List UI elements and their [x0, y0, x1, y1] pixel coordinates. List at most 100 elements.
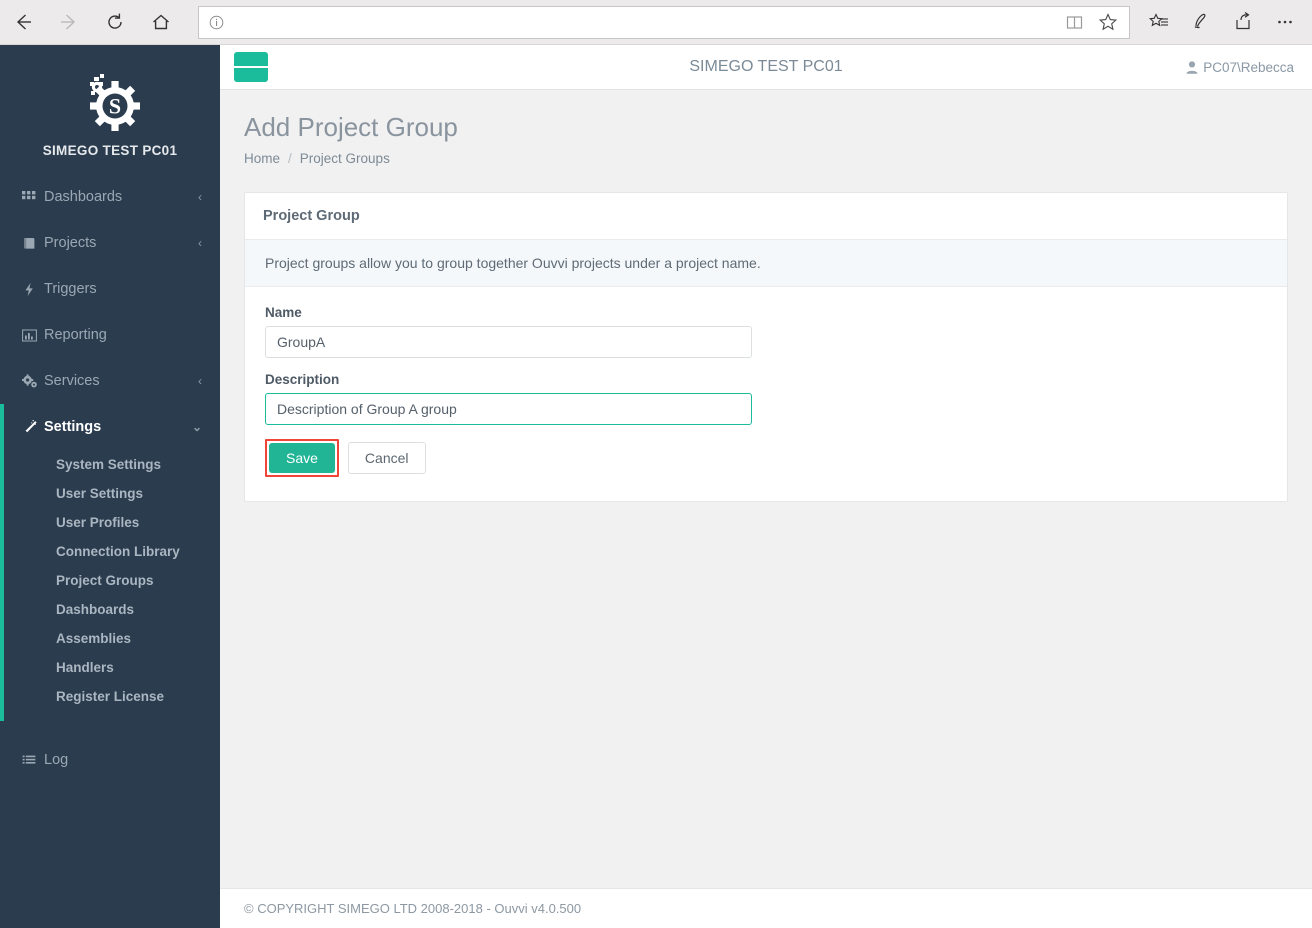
sidebar-submenu-settings: System Settings User Settings User Profi… [0, 450, 220, 721]
sidebar-item-label: Reporting [44, 327, 107, 343]
chevron-left-icon: ‹ [198, 190, 202, 204]
address-bar[interactable] [198, 5, 1130, 39]
ellipsis-icon [1278, 20, 1292, 24]
sidebar-subitem-register-license[interactable]: Register License [4, 682, 220, 711]
favorites-hub-button[interactable] [1138, 0, 1180, 44]
description-input[interactable] [265, 393, 752, 425]
name-label: Name [265, 305, 302, 320]
main-area: SIMEGO TEST PC01 PC07\Rebecca Add Projec… [220, 45, 1312, 928]
grid-icon [22, 190, 44, 205]
sidebar-nav-bottom: Log [0, 737, 220, 783]
project-group-panel: Project Group Project groups allow you t… [244, 192, 1288, 502]
breadcrumb-separator: / [288, 151, 292, 166]
sidebar-submenu-list: System Settings User Settings User Profi… [4, 450, 220, 711]
sidebar-nav: Dashboards ‹ Projects ‹ Triggers Reporti… [0, 174, 220, 450]
page-header: Add Project Group Home / Project Groups [220, 90, 1312, 166]
sidebar-item-label: Triggers [44, 281, 97, 297]
simego-gear-logo: S [0, 67, 220, 139]
sidebar-item-dashboards[interactable]: Dashboards ‹ [0, 174, 220, 220]
form-actions: Save Cancel [265, 439, 1267, 477]
chevron-down-icon: ⌄ [191, 420, 202, 434]
panel-header: Project Group [245, 193, 1287, 240]
star-icon [1098, 13, 1118, 31]
list-icon [22, 753, 44, 768]
sidebar-subitem-assemblies[interactable]: Assemblies [4, 624, 220, 653]
sidebar-item-reporting[interactable]: Reporting [0, 312, 220, 358]
save-button-highlight: Save [265, 439, 339, 477]
forward-button[interactable] [46, 0, 92, 44]
sidebar-subitem-project-groups[interactable]: Project Groups [4, 566, 220, 595]
sidebar-item-settings[interactable]: Settings ⌄ [0, 404, 220, 450]
svg-text:S: S [109, 94, 121, 119]
content-area: Project Group Project groups allow you t… [220, 166, 1312, 502]
pen-icon [1194, 13, 1206, 29]
hamburger-icon-line [234, 66, 246, 68]
cancel-button[interactable]: Cancel [347, 442, 426, 474]
page-title: Add Project Group [244, 112, 458, 142]
sidebar-item-label: Dashboards [44, 189, 123, 205]
sidebar-brand[interactable]: S SIMEGO TEST PC01 [0, 45, 220, 174]
bolt-icon [22, 282, 44, 297]
sidebar-subitem-system-settings[interactable]: System Settings [4, 450, 220, 479]
sidebar: S SIMEGO TEST PC01 Dashboards ‹ Projects… [0, 45, 220, 928]
app-shell: S SIMEGO TEST PC01 Dashboards ‹ Projects… [0, 45, 1312, 928]
sidebar-item-projects[interactable]: Projects ‹ [0, 220, 220, 266]
description-label: Description [265, 372, 340, 387]
name-field-group: Name [265, 305, 1267, 358]
sidebar-subitem-dashboards[interactable]: Dashboards [4, 595, 220, 624]
breadcrumb: Home / Project Groups [244, 151, 1312, 166]
description-field-group: Description [265, 372, 1267, 425]
sidebar-item-label: Settings [44, 419, 102, 435]
home-icon [153, 14, 169, 30]
arrow-left-icon [16, 14, 31, 30]
topbar-title: SIMEGO TEST PC01 [689, 58, 843, 75]
save-button[interactable]: Save [269, 443, 335, 473]
reading-view-button[interactable] [1057, 7, 1091, 38]
user-name: PC07\Rebecca [1203, 59, 1294, 75]
refresh-icon [108, 13, 122, 29]
user-menu[interactable]: PC07\Rebecca [1186, 60, 1294, 75]
browser-toolbar [0, 0, 1312, 45]
address-input[interactable] [233, 7, 1057, 37]
sidebar-item-services[interactable]: Services ‹ [0, 358, 220, 404]
breadcrumb-project-groups[interactable]: Project Groups [300, 151, 390, 166]
topbar: SIMEGO TEST PC01 PC07\Rebecca [220, 45, 1312, 90]
sidebar-subitem-user-settings[interactable]: User Settings [4, 479, 220, 508]
sidebar-item-triggers[interactable]: Triggers [0, 266, 220, 312]
book-icon [1066, 15, 1082, 29]
magic-wand-icon [22, 419, 44, 435]
gears-icon [22, 373, 44, 389]
copyright-text: © COPYRIGHT SIMEGO LTD 2008-2018 - Ouvvi… [244, 901, 582, 916]
favorites-list-icon [1148, 13, 1168, 27]
back-button[interactable] [0, 0, 46, 44]
sidebar-item-label: Log [44, 752, 69, 768]
book-icon [22, 236, 44, 251]
home-button[interactable] [138, 0, 184, 44]
hamburger-icon-line [245, 66, 257, 68]
breadcrumb-home[interactable]: Home [244, 151, 280, 166]
site-info-icon[interactable] [199, 7, 233, 38]
sidebar-subitem-user-profiles[interactable]: User Profiles [4, 508, 220, 537]
arrow-right-icon [61, 14, 76, 30]
chevron-left-icon: ‹ [198, 374, 202, 388]
web-notes-button[interactable] [1180, 0, 1222, 44]
hamburger-icon-line [256, 66, 268, 68]
name-input[interactable] [265, 326, 752, 358]
sidebar-subitem-handlers[interactable]: Handlers [4, 653, 220, 682]
user-icon [1186, 60, 1198, 74]
chevron-left-icon: ‹ [198, 236, 202, 250]
share-icon [1236, 12, 1250, 30]
add-favorite-button[interactable] [1091, 7, 1125, 38]
refresh-button[interactable] [92, 0, 138, 44]
footer: © COPYRIGHT SIMEGO LTD 2008-2018 - Ouvvi… [220, 888, 1312, 928]
sidebar-toggle-button[interactable] [234, 52, 268, 82]
share-button[interactable] [1222, 0, 1264, 44]
sidebar-item-log[interactable]: Log [0, 737, 220, 783]
more-menu-button[interactable] [1264, 0, 1306, 44]
sidebar-subitem-connection-library[interactable]: Connection Library [4, 537, 220, 566]
panel-description: Project groups allow you to group togeth… [245, 240, 1287, 287]
sidebar-item-label: Services [44, 373, 100, 389]
sidebar-brand-label: SIMEGO TEST PC01 [42, 143, 178, 158]
bar-chart-icon [22, 328, 44, 343]
panel-body: Name Description Save Cancel [245, 287, 1287, 501]
